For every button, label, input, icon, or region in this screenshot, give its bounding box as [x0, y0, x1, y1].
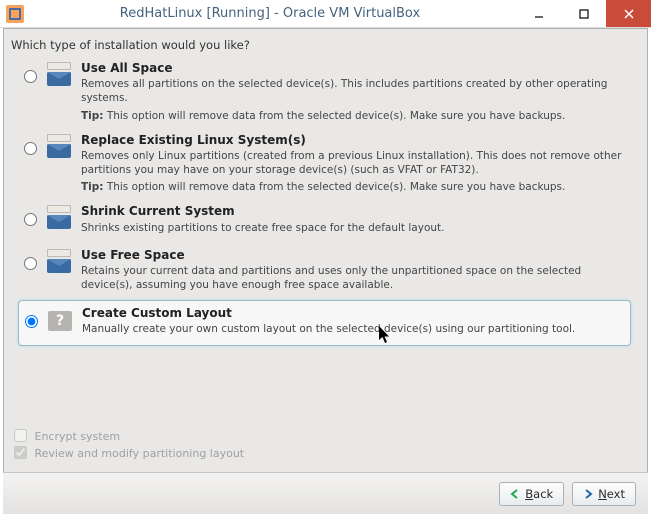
question-icon: ?	[48, 307, 72, 331]
install-option-4[interactable]: ? Create Custom LayoutManually create you…	[18, 300, 631, 345]
close-button[interactable]	[606, 0, 651, 27]
install-option-2[interactable]: Shrink Current System Shrinks existing pa…	[18, 199, 631, 242]
option-tip: Tip: This option will remove data from t…	[81, 109, 625, 123]
option-desc: Manually create your own custom layout o…	[82, 322, 624, 336]
arrow-right-icon	[583, 489, 593, 499]
install-option-radio[interactable]	[24, 70, 37, 83]
option-title: Create Custom Layout	[82, 305, 624, 321]
minimize-button[interactable]	[516, 0, 561, 27]
install-option-1[interactable]: Replace Existing Linux System(s)Removes …	[18, 128, 631, 200]
bottom-checkboxes: Encrypt system Review and modify partiti…	[14, 429, 244, 462]
arrow-left-icon	[510, 489, 520, 499]
install-option-3[interactable]: Use Free SpaceRetains your current data …	[18, 243, 631, 301]
footer-bar: Back Next	[3, 472, 648, 514]
option-tip: Tip: This option will remove data from t…	[81, 180, 625, 194]
window-buttons	[516, 0, 651, 27]
review-layout-input	[14, 446, 27, 459]
option-title: Use Free Space	[81, 247, 625, 263]
disk-icon	[47, 62, 71, 86]
install-option-radio[interactable]	[25, 315, 38, 328]
install-option-radio[interactable]	[24, 142, 37, 155]
installer-question: Which type of installation would you lik…	[11, 38, 250, 52]
review-layout-checkbox: Review and modify partitioning layout	[14, 446, 244, 463]
disk-icon	[47, 205, 71, 229]
disk-icon	[47, 134, 71, 158]
option-title: Shrink Current System	[81, 203, 625, 219]
option-desc: Retains your current data and partitions…	[81, 264, 625, 292]
install-option-0[interactable]: Use All SpaceRemoves all partitions on t…	[18, 56, 631, 128]
titlebar: RedHatLinux [Running] - Oracle VM Virtua…	[0, 0, 651, 28]
option-desc: Removes only Linux partitions (created f…	[81, 149, 625, 177]
virtualbox-icon	[6, 5, 24, 23]
disk-icon	[47, 249, 71, 273]
option-title: Use All Space	[81, 60, 625, 76]
option-desc: Removes all partitions on the selected d…	[81, 77, 625, 105]
next-button[interactable]: Next	[572, 482, 636, 506]
encrypt-system-input	[14, 429, 27, 442]
install-option-radio[interactable]	[24, 213, 37, 226]
encrypt-system-checkbox: Encrypt system	[14, 429, 244, 446]
install-type-options: Use All SpaceRemoves all partitions on t…	[18, 56, 631, 346]
install-option-radio[interactable]	[24, 257, 37, 270]
window-title: RedHatLinux [Running] - Oracle VM Virtua…	[24, 6, 516, 21]
maximize-button[interactable]	[561, 0, 606, 27]
option-desc: Shrinks existing partitions to create fr…	[81, 221, 625, 235]
back-button[interactable]: Back	[499, 482, 564, 506]
option-title: Replace Existing Linux System(s)	[81, 132, 625, 148]
installer-panel: Which type of installation would you lik…	[3, 28, 648, 514]
